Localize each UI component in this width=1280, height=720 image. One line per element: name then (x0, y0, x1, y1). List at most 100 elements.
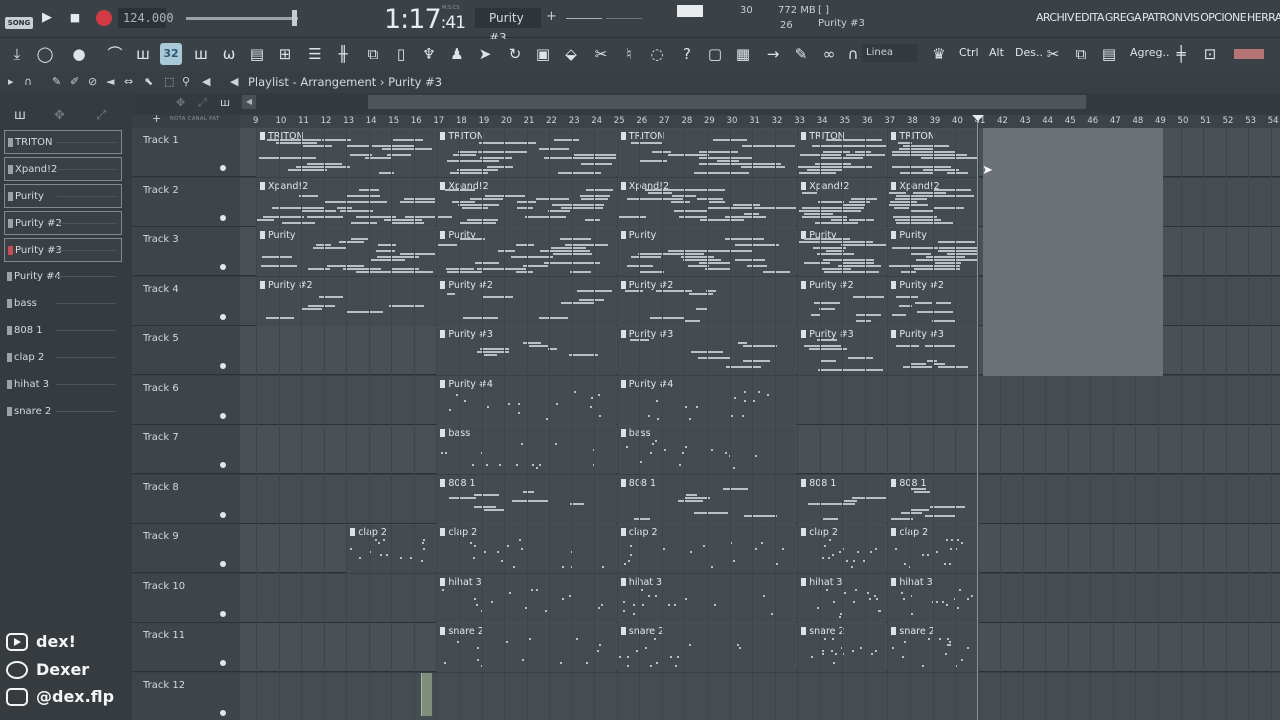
pattern-item[interactable]: TRITON (4, 130, 122, 154)
clip-menu-icon[interactable] (801, 280, 807, 289)
person-icon[interactable]: ♟ (446, 43, 468, 65)
clip-menu-icon[interactable] (891, 280, 897, 289)
clip-menu-icon[interactable] (440, 429, 446, 437)
clip-menu-icon[interactable] (801, 478, 807, 487)
pattern-mode-icon[interactable]: ш (132, 43, 154, 65)
paste-icon[interactable]: ▤ (1098, 43, 1120, 65)
track-mute-led[interactable] (220, 511, 226, 518)
menu-edit[interactable]: EDITA (1075, 11, 1105, 24)
playhead-marker[interactable] (971, 115, 984, 121)
refresh-icon[interactable]: ↻ (504, 43, 526, 65)
clip-menu-icon[interactable] (440, 132, 446, 140)
clip-menu-icon[interactable] (620, 181, 626, 190)
zoom-icon[interactable]: ⚲ (182, 75, 190, 88)
clip-menu-icon[interactable] (891, 132, 897, 140)
curve-icon[interactable]: ⌒ (104, 43, 126, 65)
track-header[interactable]: Track 9 (132, 524, 240, 573)
clip-menu-icon[interactable] (891, 231, 897, 239)
menu-patterns[interactable]: PATRON (1142, 11, 1183, 24)
clip-menu-icon[interactable] (440, 528, 446, 536)
pattern-item[interactable]: Purity #4 (4, 265, 122, 289)
pencil-icon[interactable]: ✎ (52, 75, 61, 88)
import-icon[interactable]: ⤓ (6, 43, 28, 65)
track-lane[interactable] (240, 672, 1280, 720)
audio-clip[interactable] (421, 673, 432, 716)
help-icon[interactable]: ? (676, 43, 698, 65)
channel-rack-icon[interactable]: ☰ (304, 43, 326, 65)
menu-file[interactable]: ARCHIV (1036, 11, 1074, 24)
overview-pattern-icon[interactable]: ш (220, 96, 230, 109)
loop-icon[interactable]: ◯ (34, 43, 56, 65)
clip-menu-icon[interactable] (440, 627, 446, 635)
clip-menu-icon[interactable] (350, 528, 356, 536)
clip-menu-icon[interactable] (891, 478, 897, 487)
cut-icon[interactable]: ✂ (590, 43, 612, 65)
breadcrumb-pattern[interactable]: Purity #3 (388, 75, 442, 89)
track-mute-led[interactable] (220, 363, 226, 369)
clip-menu-icon[interactable] (620, 528, 626, 536)
track-mute-led[interactable] (220, 660, 226, 666)
piano-roll-icon[interactable]: ⊞ (274, 43, 296, 65)
clip-menu-icon[interactable] (440, 379, 446, 388)
mute-icon[interactable]: ◄ (106, 75, 114, 88)
speaker-icon[interactable]: ◀ (202, 75, 210, 88)
clip-menu-icon[interactable] (891, 627, 897, 635)
record-button[interactable] (96, 10, 112, 26)
delete-icon[interactable]: ⊘ (88, 75, 97, 88)
render-icon[interactable]: ⬙ (560, 43, 582, 65)
clip-menu-icon[interactable] (620, 132, 626, 140)
track-mute-led[interactable] (220, 165, 226, 171)
track-header[interactable]: Track 4 (132, 276, 240, 326)
track-header[interactable]: Track 7 (132, 425, 240, 474)
chat-icon[interactable]: ◌ (646, 43, 668, 65)
clip-menu-icon[interactable] (260, 132, 265, 140)
menu-add[interactable]: GREGA (1105, 11, 1142, 24)
fish-icon[interactable]: ➤ (474, 43, 496, 65)
tempo-display[interactable]: 124.000 (118, 8, 174, 28)
clip-menu-icon[interactable] (620, 627, 626, 635)
add-button[interactable]: Agreg.. (1130, 46, 1170, 59)
brush-icon[interactable]: ✎ (790, 43, 812, 65)
beat-grid-button[interactable]: 32 (160, 43, 182, 65)
overview-move-icon[interactable]: ✥ (176, 96, 185, 109)
wave-icon[interactable]: ω (218, 43, 240, 65)
mixer-fader-icon[interactable]: ╪ (1170, 43, 1192, 65)
track-mute-led[interactable] (220, 561, 226, 567)
scroll-left-button[interactable]: ◀ (242, 95, 256, 109)
clip-menu-icon[interactable] (260, 231, 265, 239)
pattern-item[interactable]: 808 1 (4, 319, 122, 343)
track-header[interactable]: Track 2 (132, 177, 240, 227)
track-mute-led[interactable] (220, 610, 226, 617)
keyboard-icon[interactable]: ▦ (732, 43, 754, 65)
master-volume-slider[interactable] (186, 17, 298, 20)
clip-menu-icon[interactable] (801, 132, 807, 140)
audio-picker-icon[interactable]: ✥ (54, 108, 65, 123)
clip-menu-icon[interactable] (440, 280, 446, 289)
track-mute-led[interactable] (220, 709, 226, 716)
copy-icon[interactable]: ⧉ (1070, 43, 1092, 65)
pattern-selector[interactable]: Purity #3 (475, 8, 541, 45)
song-mode-button[interactable]: SONG (5, 17, 33, 29)
ctrl-button[interactable]: Ctrl (959, 46, 979, 59)
pattern-picker-icon[interactable]: ш (14, 108, 26, 123)
hat-icon[interactable]: ♛ (928, 43, 950, 65)
paint-icon[interactable]: ✐ (70, 75, 79, 88)
arrow-right-icon[interactable]: → (762, 43, 784, 65)
pattern-item[interactable]: Xpand!2 (4, 157, 122, 181)
browser-icon[interactable]: ⧉ (362, 43, 384, 65)
alt-button[interactable]: Alt (989, 46, 1004, 59)
slice-icon[interactable]: ⬉ (144, 75, 153, 88)
clip-menu-icon[interactable] (620, 429, 626, 437)
clip-menu-icon[interactable] (260, 181, 265, 190)
add-track-icon[interactable]: + (152, 112, 161, 125)
horizontal-scrollbar[interactable] (368, 95, 1086, 109)
stop-button[interactable]: ■ (66, 9, 84, 27)
play-button[interactable]: ▶ (38, 9, 56, 27)
track-mute-led[interactable] (220, 264, 226, 270)
plugin-icon[interactable]: ♆ (418, 43, 440, 65)
microphone-icon[interactable]: ♮ (618, 43, 640, 65)
pattern-item[interactable]: snare 2 (4, 400, 122, 424)
automation-picker-icon[interactable]: ⤢ (96, 108, 106, 123)
track-header[interactable]: Track 5 (132, 326, 240, 375)
clip-menu-icon[interactable] (440, 231, 446, 239)
